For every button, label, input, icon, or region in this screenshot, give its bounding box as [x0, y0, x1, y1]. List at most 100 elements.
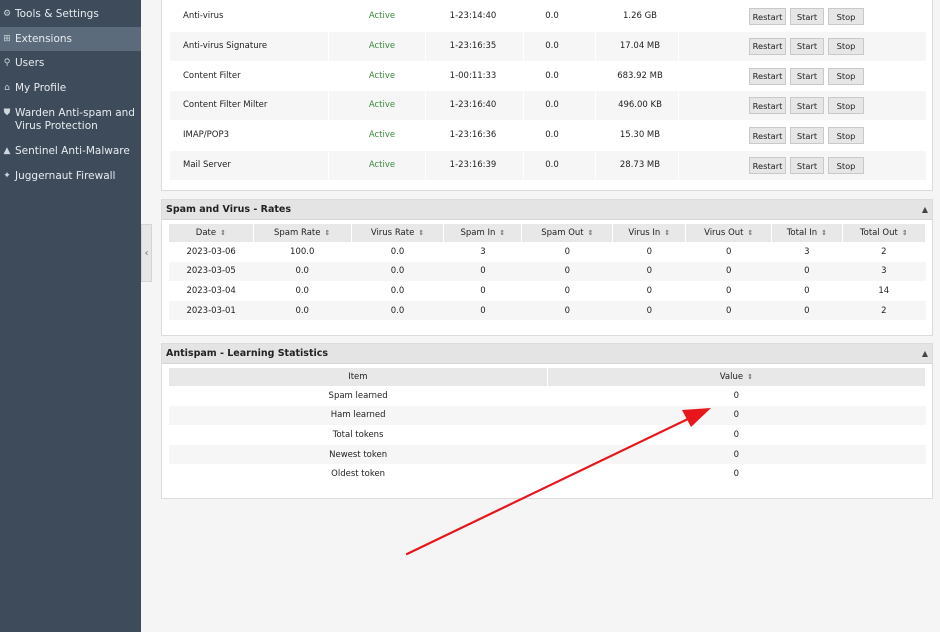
stop-button[interactable]: Stop [828, 67, 864, 85]
table-cell: 0.0 [295, 285, 309, 296]
start-button[interactable]: Start [790, 37, 824, 55]
table-cell: 0 [612, 261, 686, 282]
sidebar-item-sentinel[interactable]: ▲ Sentinel Anti-Malware [0, 145, 141, 158]
stop-button[interactable]: Stop [828, 37, 864, 55]
service-uptime: 1-23:14:40 [449, 11, 497, 21]
rates-table: Date ⇕ Spam Rate ⇕ Virus Rate ⇕ Spam In ⇕ Spam O… [169, 224, 927, 321]
column-header-label: Spam In [460, 228, 496, 238]
service-status: Active [368, 40, 396, 51]
column-header-label: Date [195, 228, 217, 238]
service-row: Content Filter Active 1-00:11:33 0.0 683.92 … [170, 61, 926, 91]
table-row: 2023-03-01 0.0 0.0 0 0 0 0 0 2 [169, 300, 926, 321]
stop-button[interactable]: Stop [828, 157, 864, 174]
service-row: Anti-virus Signature Active 1-23:16:35 0.0 1… [170, 31, 926, 61]
stop-button[interactable]: Stop [828, 127, 864, 145]
table-row: Newest token 0 [169, 444, 926, 465]
sort-icon: ⇕ [587, 228, 594, 237]
column-header[interactable]: Value ⇕ [547, 368, 927, 386]
table-cell: 0 [547, 405, 926, 426]
service-mem: 17.04 MB [619, 40, 661, 51]
service-status: Active [368, 130, 396, 141]
service-name: Content Filter [183, 70, 241, 81]
table-cell: Oldest token [331, 469, 386, 480]
column-header[interactable]: Spam Rate ⇕ [253, 224, 352, 242]
table-row: 2023-03-06 100.0 0.0 3 0 0 0 3 2 [169, 242, 926, 262]
panel-title: Antispam - Learning Statistics [166, 348, 329, 359]
start-button[interactable]: Start [790, 97, 824, 115]
column-header-label: Item [348, 372, 368, 382]
restart-button[interactable]: Restart [749, 67, 786, 85]
column-header[interactable]: Virus Out ⇕ [685, 224, 773, 242]
table-cell: 0 [685, 261, 772, 282]
sort-icon: ⇕ [901, 228, 908, 237]
service-name: IMAP/POP3 [183, 130, 229, 141]
table-cell: 0 [480, 285, 486, 296]
service-status: Active [368, 100, 396, 111]
table-cell: 0.0 [390, 246, 405, 257]
services-table: Anti-virus Active 1-23:14:40 0.0 1.26 GB Rest… [161, 0, 933, 191]
service-cpu: 0.0 [545, 100, 559, 111]
table-cell: 3 [842, 261, 926, 282]
table-cell: 0 [547, 444, 926, 465]
column-header[interactable]: Spam Out ⇕ [521, 224, 614, 242]
column-header[interactable]: Item [169, 368, 548, 386]
stop-button[interactable]: Stop [828, 97, 864, 115]
sidebar-item-tools-settings[interactable]: ⚙ Tools & Settings [0, 8, 141, 21]
service-uptime: 1-23:16:40 [449, 100, 497, 111]
sidebar: ⚙ Tools & Settings ⊞ Extensions ⚲ Users … [0, 0, 141, 632]
table-cell: 0 [521, 261, 613, 282]
stop-button[interactable]: Stop [828, 8, 864, 25]
chevron-up-icon[interactable]: ▲ [922, 205, 928, 214]
table-cell: 3 [480, 246, 486, 257]
sidebar-item-juggernaut[interactable]: ✦ Juggernaut Firewall [0, 170, 141, 183]
column-header[interactable]: Total In ⇕ [771, 224, 843, 242]
restart-button[interactable]: Restart [749, 8, 786, 25]
service-uptime: 1-23:16:36 [449, 130, 497, 141]
table-cell: Newest token [169, 444, 548, 465]
service-cpu: 0.0 [545, 70, 559, 81]
restart-button[interactable]: Restart [749, 97, 786, 115]
column-header[interactable]: Virus In ⇕ [612, 224, 687, 242]
table-cell: 0 [733, 469, 740, 480]
table-cell: 0 [804, 285, 810, 296]
rates-panel-header[interactable]: Spam and Virus - Rates ▲ [162, 200, 932, 220]
sidebar-item-extensions[interactable]: ⊞ Extensions [0, 27, 141, 51]
panel-title: Spam and Virus - Rates [166, 204, 292, 215]
column-header-label: Spam Out [541, 228, 584, 238]
service-mem: 496.00 KB [618, 100, 662, 111]
service-name: Content Filter Milter [183, 100, 268, 111]
table-row: 2023-03-04 0.0 0.0 0 0 0 0 0 14 [169, 281, 926, 301]
learning-panel-header[interactable]: Antispam - Learning Statistics ▲ [162, 344, 932, 364]
learning-table: Item Value ⇕ Spam learned 0 Ham learned 0 Tota… [169, 368, 927, 484]
sidebar-item-warden[interactable]: ⛊ Warden Anti-spam and Virus Protection [0, 107, 141, 133]
table-cell: 0.0 [351, 300, 444, 321]
column-header-label: Spam Rate [274, 228, 321, 238]
column-header[interactable]: Date ⇕ [169, 224, 254, 242]
table-cell: Ham learned [169, 405, 548, 426]
start-button[interactable]: Start [790, 8, 824, 25]
start-button[interactable]: Start [790, 157, 824, 174]
restart-button[interactable]: Restart [749, 157, 786, 174]
column-separator [425, 31, 426, 61]
restart-button[interactable]: Restart [749, 37, 786, 55]
sidebar-item-users[interactable]: ⚲ Users [0, 57, 141, 70]
column-header[interactable]: Total Out ⇕ [842, 224, 927, 242]
sidebar-item-label: Warden Anti-spam and Virus Protection [15, 107, 135, 132]
table-cell: 3 [804, 246, 810, 257]
start-button[interactable]: Start [790, 127, 824, 145]
sidebar-collapse-handle[interactable]: ‹ [141, 224, 152, 282]
start-button[interactable]: Start [790, 67, 824, 85]
shield-icon: ⛊ [3, 108, 11, 118]
table-cell: 100.0 [290, 246, 315, 257]
restart-button[interactable]: Restart [749, 127, 786, 145]
service-cpu: 0.0 [545, 11, 559, 21]
column-header[interactable]: Spam In ⇕ [443, 224, 523, 242]
table-row: Spam learned 0 [169, 386, 926, 406]
table-cell: 2023-03-05 [169, 261, 254, 282]
table-cell: Total tokens [332, 429, 384, 440]
column-separator [678, 61, 679, 91]
table-cell: 0 [771, 261, 843, 282]
chevron-up-icon[interactable]: ▲ [922, 349, 928, 358]
sidebar-item-my-profile[interactable]: ⌂ My Profile [0, 82, 141, 95]
column-header[interactable]: Virus Rate ⇕ [351, 224, 445, 242]
